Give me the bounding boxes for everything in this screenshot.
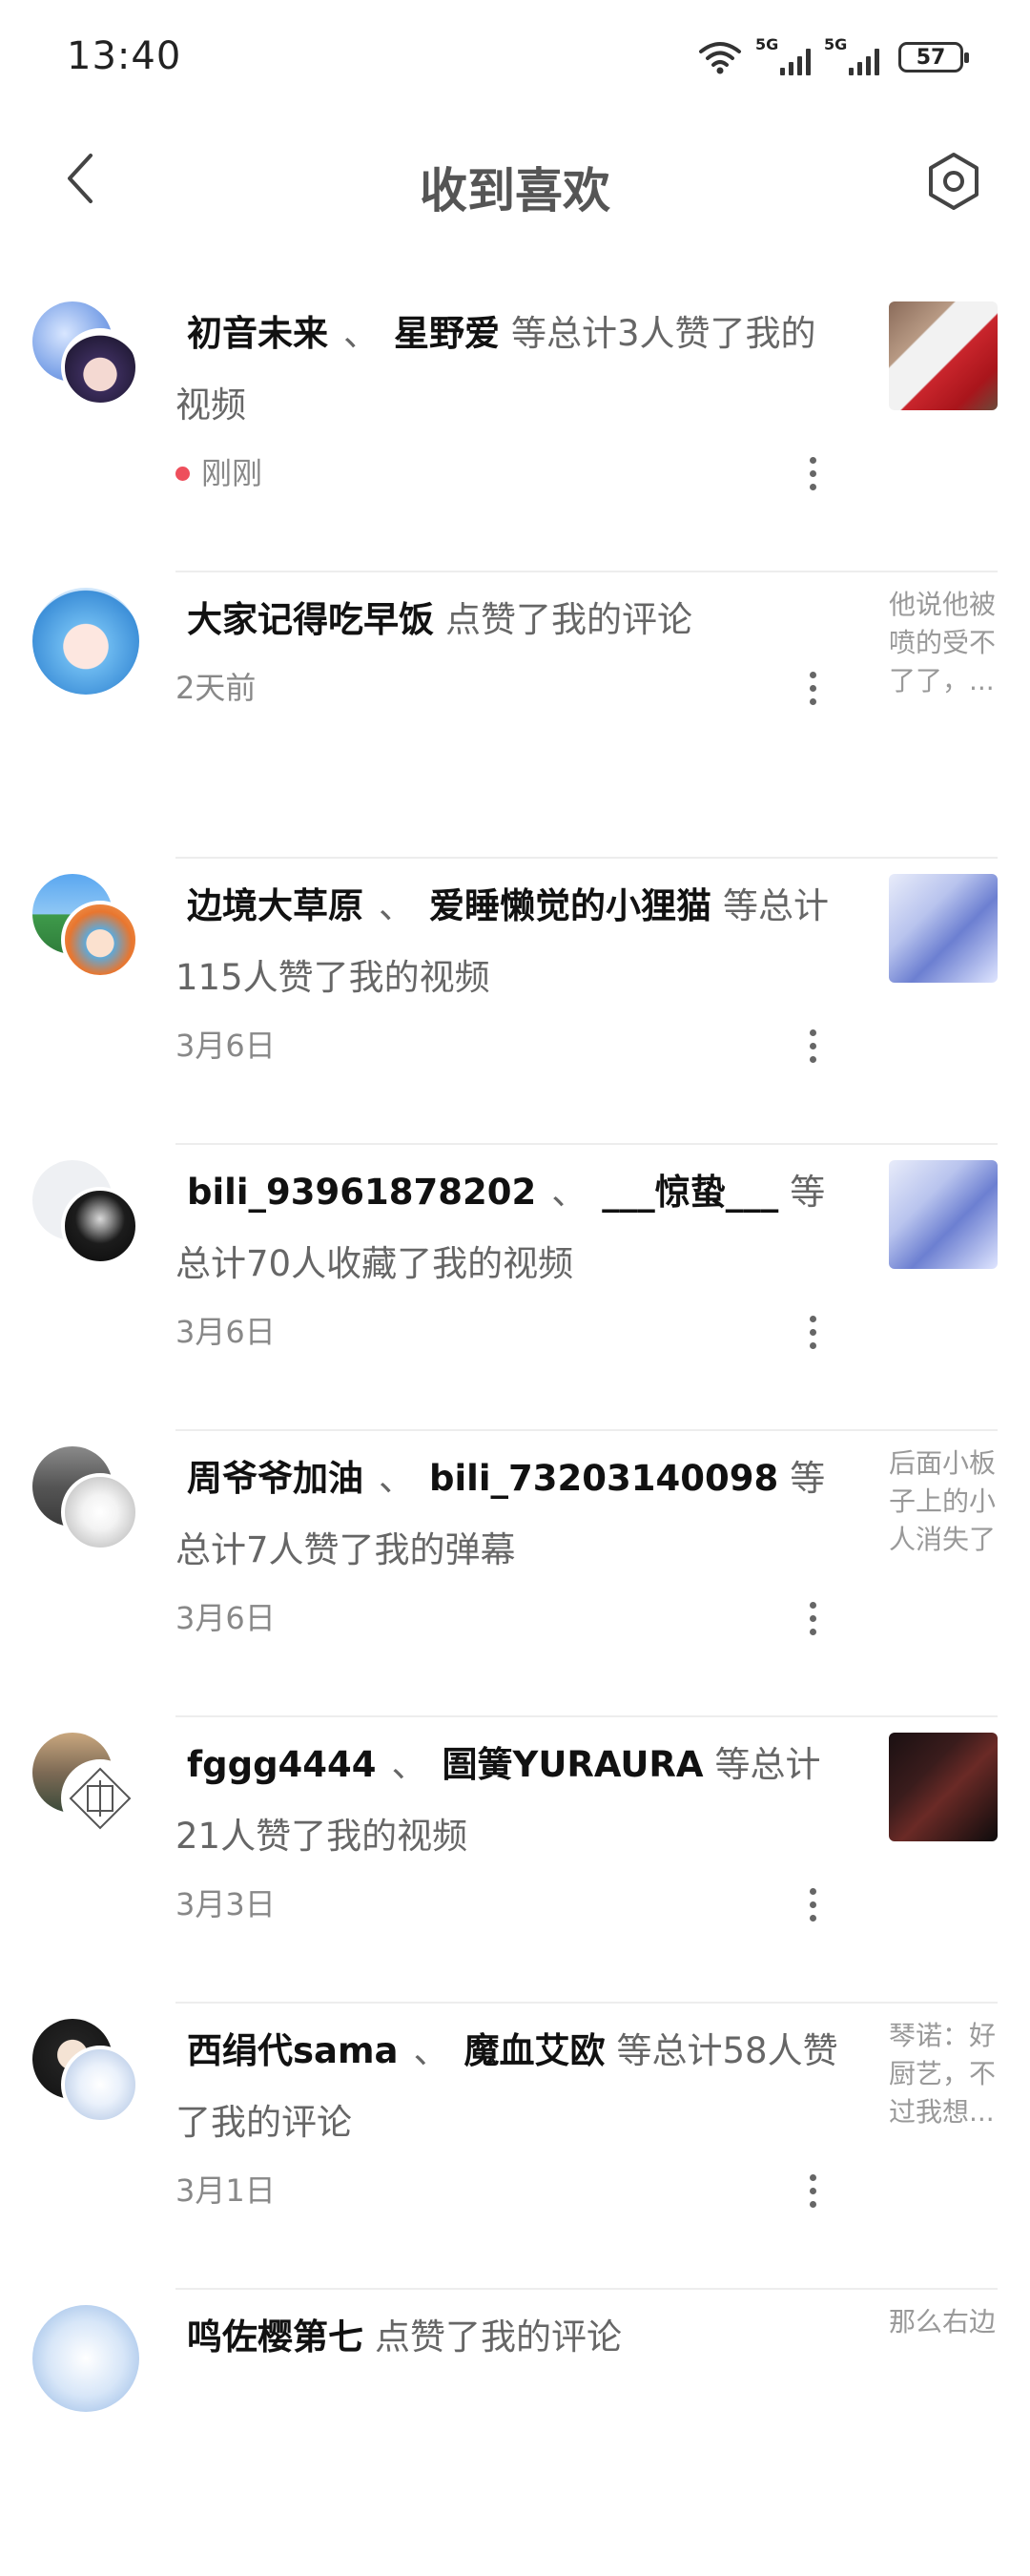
timestamp: 2天前 [175,670,257,706]
more-button[interactable] [793,659,832,717]
status-time: 13:40 [67,34,182,78]
avatar[interactable] [61,1473,139,1551]
notification-text: bili_93961878202、 ___惊蛰___ 等总计70人收藏了我的视频 [175,1172,826,1284]
user-name[interactable]: 初音未来 [187,313,328,354]
user-name[interactable]: 边境大草原 [187,885,363,926]
list-item[interactable]: 鸣佐樱第七 点赞了我的评论 那么右边 [0,2290,1030,2576]
more-icon [809,1887,816,1895]
page-title: 收到喜欢 [420,163,610,218]
status-icons: 5G 5G 57 [698,35,969,78]
more-button[interactable] [793,2162,832,2219]
more-icon [809,671,816,678]
comment-excerpt[interactable]: 他说他被喷的受不了了，... [889,586,1003,700]
avatar-group [32,2019,147,2133]
notification-text: 西绢代sama、魔血艾欧 等总计58人赞了我的评论 [175,2030,838,2143]
network-type-1: 5G [755,35,779,53]
user-name[interactable]: 周爷爷加油 [187,1458,363,1499]
user-name[interactable]: 西绢代sama [187,2030,399,2071]
user-name[interactable]: fggg4444 [187,1744,377,1785]
more-button[interactable] [793,1303,832,1361]
user-name[interactable]: 圄簧YURAURA [443,1744,704,1785]
notification-text: 初音未来、星野爱 等总计3人赞了我的视频 [175,313,816,426]
new-dot-icon [175,466,190,481]
network-type-2: 5G [824,35,848,53]
likes-feed: 初音未来、星野爱 等总计3人赞了我的视频 刚刚 大家记得吃早饭 点赞了我的评论 2天… [0,286,1030,2576]
status-bar: 13:40 5G 5G 57 [0,0,1030,114]
settings-icon [929,153,978,210]
more-button[interactable] [793,1589,832,1647]
user-name[interactable]: 鸣佐樱第七 [187,2316,363,2358]
list-item[interactable]: 西绢代sama、魔血艾欧 等总计58人赞了我的评论 3月1日 琴诺：好厨艺，不过我… [0,2004,1030,2290]
user-name[interactable]: 魔血艾欧 [464,2030,606,2071]
avatar[interactable] [61,328,139,406]
user-name[interactable]: ___惊蛰___ [602,1172,778,1213]
list-item[interactable]: 初音未来、星野爱 等总计3人赞了我的视频 刚刚 [0,286,1030,572]
video-thumbnail[interactable] [889,1733,998,1841]
wifi-icon [699,42,741,74]
comment-excerpt[interactable]: 那么右边 [889,2303,1003,2341]
notification-text: 边境大草原、爱睡懒觉的小狸猫 等总计115人赞了我的视频 [175,885,829,998]
more-icon [809,1028,816,1036]
notification-text: 鸣佐樱第七 点赞了我的评论 [175,2301,843,2373]
more-icon [809,456,816,464]
timestamp: 3月3日 [175,1886,276,1922]
avatar-group [32,1160,147,1275]
list-item[interactable]: fggg4444、圄簧YURAURA 等总计21人赞了我的视频 3月3日 [0,1717,1030,2004]
timestamp: 刚刚 [175,445,843,502]
avatar[interactable] [61,1187,139,1265]
list-item[interactable]: bili_93961878202、 ___惊蛰___ 等总计70人收藏了我的视频 3… [0,1145,1030,1431]
user-name[interactable]: 星野爱 [394,313,500,354]
notification-text: 大家记得吃早饭 点赞了我的评论 [175,584,843,655]
video-thumbnail[interactable] [889,1160,998,1269]
comment-excerpt[interactable]: 琴诺：好厨艺，不过我想... [889,2017,1003,2131]
notification-text: fggg4444、圄簧YURAURA 等总计21人赞了我的视频 [175,1744,821,1857]
more-button[interactable] [793,1017,832,1074]
avatar[interactable] [61,901,139,979]
list-item[interactable]: 大家记得吃早饭 点赞了我的评论 2天前 他说他被喷的受不了了，... [0,572,1030,859]
comment-excerpt[interactable]: 后面小板子上的小人消失了 [889,1444,1003,1559]
avatar[interactable] [32,588,139,695]
video-thumbnail[interactable] [889,301,998,410]
avatar-group [32,1733,147,1847]
action-text: 点赞了我的评论 [375,2316,622,2358]
avatar-group [32,2305,147,2420]
notification-text: 周爷爷加油、 bili_73203140098 等总计7人赞了我的弹幕 [175,1458,826,1570]
user-name[interactable]: 爱睡懒觉的小狸猫 [429,885,711,926]
avatar-group [32,301,147,416]
more-icon [809,1601,816,1609]
settings-button[interactable] [916,143,992,219]
timestamp: 3月6日 [175,1600,276,1636]
list-item[interactable]: 边境大草原、爱睡懒觉的小狸猫 等总计115人赞了我的视频 3月6日 [0,859,1030,1145]
video-thumbnail[interactable] [889,874,998,983]
more-icon [809,1315,816,1322]
avatar-group [32,874,147,988]
avatar[interactable] [61,1759,139,1838]
timestamp: 3月1日 [175,2172,276,2209]
signal-2-icon: 5G [824,35,879,75]
seal-logo [69,1767,132,1830]
more-icon [809,2173,816,2181]
list-item[interactable]: 周爷爷加油、 bili_73203140098 等总计7人赞了我的弹幕 3月6日 后… [0,1431,1030,1717]
avatar[interactable] [61,2046,139,2124]
timestamp: 3月6日 [175,1314,276,1350]
avatar-group [32,588,147,702]
user-name[interactable]: bili_93961878202 [187,1172,536,1213]
nav-bar: 收到喜欢 [0,114,1030,248]
more-button[interactable] [793,1876,832,1933]
avatar[interactable] [32,2305,139,2412]
battery-icon: 57 [898,42,969,73]
user-name[interactable]: 大家记得吃早饭 [187,599,434,640]
timestamp: 3月6日 [175,1028,276,1064]
more-button[interactable] [793,445,832,502]
user-name[interactable]: bili_73203140098 [429,1458,778,1499]
avatar-group [32,1446,147,1561]
action-text: 点赞了我的评论 [445,599,692,640]
signal-1-icon: 5G [755,35,811,75]
